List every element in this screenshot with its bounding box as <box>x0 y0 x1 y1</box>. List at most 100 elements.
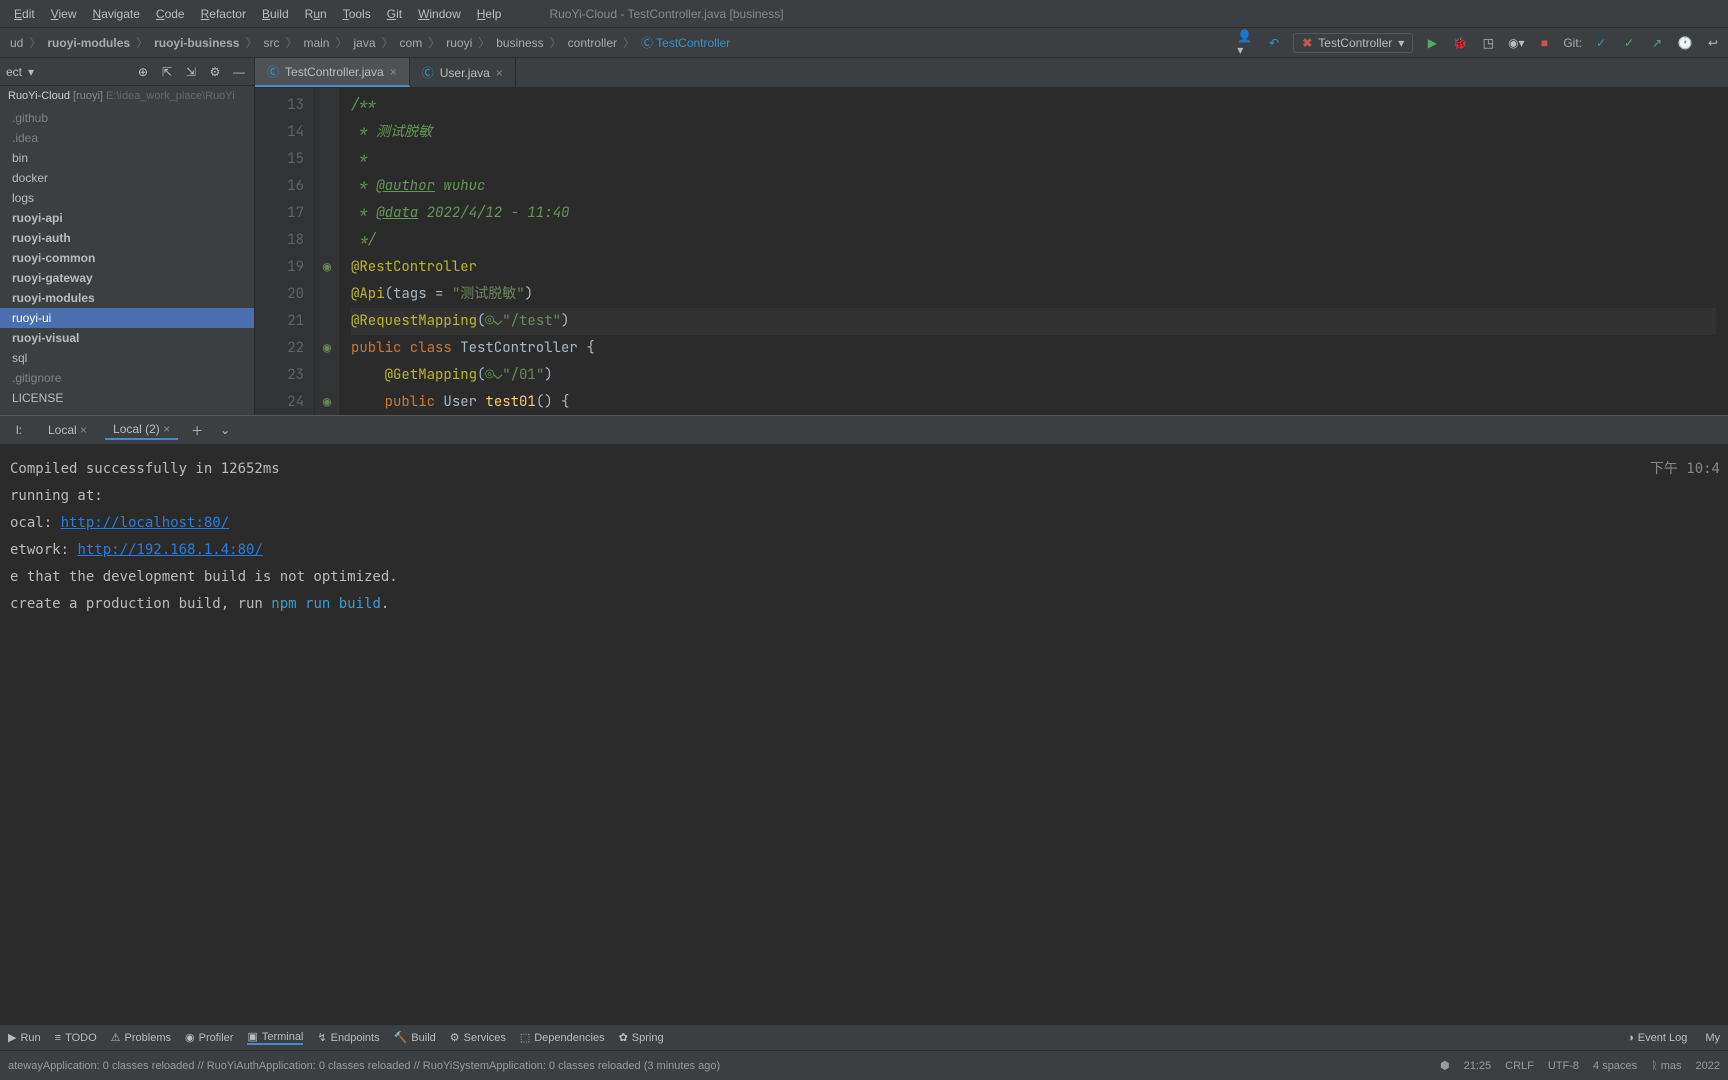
terminal-output[interactable]: 下午 10:4 Compiled successfully in 12652ms… <box>0 444 1728 1020</box>
menu-build[interactable]: Build <box>254 7 297 21</box>
sidebar-item[interactable]: bin <box>0 148 254 168</box>
terminal-line: Compiled successfully in 12652ms <box>10 456 1718 483</box>
status-icon[interactable]: ⬢ <box>1440 1059 1450 1072</box>
crumb[interactable]: ud <box>6 36 27 50</box>
project-root[interactable]: RuoYi-Cloud [ruoyi] E:\idea_work_place\R… <box>0 86 254 106</box>
git-branch[interactable]: ᚱ mas <box>1651 1060 1681 1072</box>
collapse-all-icon[interactable]: ⇲ <box>182 63 200 81</box>
toolwindow-problems[interactable]: ⚠Problems <box>111 1030 171 1045</box>
terminal-tab-local2[interactable]: Local (2) × <box>105 420 178 440</box>
terminal-line: running at: <box>10 483 1718 510</box>
tab-user[interactable]: Ⓒ User.java × <box>410 58 516 87</box>
sidebar-item[interactable]: ruoyi-ui <box>0 308 254 328</box>
sidebar-item[interactable]: .github <box>0 108 254 128</box>
menu-git[interactable]: Git <box>379 7 410 21</box>
crumb[interactable]: com <box>396 36 427 50</box>
sidebar-item[interactable]: ruoyi-modules <box>0 288 254 308</box>
tool-window-bar: ▶Run ≡TODO ⚠Problems ◉Profiler ▣Terminal ↯End… <box>0 1024 1728 1050</box>
caret-position[interactable]: 21:25 <box>1464 1060 1492 1072</box>
toolwindow-profiler[interactable]: ◉Profiler <box>185 1030 233 1045</box>
terminal-tab-label[interactable]: l: <box>8 421 30 439</box>
toolwindow-dependencies[interactable]: ⬚Dependencies <box>520 1030 605 1045</box>
crumb[interactable]: ruoyi <box>442 36 476 50</box>
toolwindow-event-log[interactable]: ◑Event Log <box>1627 1032 1687 1044</box>
sidebar-item[interactable]: logs <box>0 188 254 208</box>
terminal-panel: l: Local × Local (2) × ＋ ⌄ 下午 10:4 Compi… <box>0 415 1728 1020</box>
sidebar-item[interactable]: .gitignore <box>0 368 254 388</box>
sidebar-item[interactable]: ruoyi-gateway <box>0 268 254 288</box>
menu-refactor[interactable]: Refactor <box>193 7 254 21</box>
terminal-line: ocal: http://localhost:80/ <box>10 510 1718 537</box>
sidebar-item[interactable]: ruoyi-auth <box>0 228 254 248</box>
add-tab-icon[interactable]: ＋ <box>188 421 206 439</box>
run-config-selector[interactable]: ✖ TestController ▾ <box>1293 33 1413 53</box>
crumb[interactable]: ruoyi-business <box>150 36 243 50</box>
toolwindow-endpoints[interactable]: ↯Endpoints <box>317 1030 379 1045</box>
close-icon[interactable]: × <box>163 422 170 436</box>
dropdown-icon[interactable]: ▾ <box>28 65 34 79</box>
project-view-title[interactable]: ect <box>6 65 22 79</box>
menu-navigate[interactable]: Navigate <box>85 7 148 21</box>
menu-help[interactable]: Help <box>469 7 510 21</box>
crumb[interactable]: main <box>299 36 333 50</box>
error-icon: ✖ <box>1302 36 1312 50</box>
line-ending[interactable]: CRLF <box>1505 1060 1534 1072</box>
git-label: Git: <box>1563 36 1582 50</box>
menu-run[interactable]: Run <box>297 7 335 21</box>
year: 2022 <box>1696 1060 1720 1072</box>
crumb[interactable]: src <box>259 36 283 50</box>
tab-testcontroller[interactable]: Ⓒ TestController.java × <box>255 58 410 87</box>
git-update-icon[interactable]: ✓ <box>1592 34 1610 52</box>
toolwindow-spring[interactable]: ✿Spring <box>619 1030 664 1045</box>
dropdown-icon[interactable]: ⌄ <box>216 421 234 439</box>
menu-code[interactable]: Code <box>148 7 193 21</box>
git-revert-icon[interactable]: ↩ <box>1704 34 1722 52</box>
expand-all-icon[interactable]: ⇱ <box>158 63 176 81</box>
user-icon[interactable]: 👤▾ <box>1237 34 1255 52</box>
settings-icon[interactable]: ⚙ <box>206 63 224 81</box>
sidebar-item[interactable]: sql <box>0 348 254 368</box>
crumb[interactable]: business <box>492 36 547 50</box>
run-icon[interactable]: ▶ <box>1423 34 1441 52</box>
stop-icon[interactable]: ■ <box>1535 34 1553 52</box>
crumb[interactable]: controller <box>564 36 621 50</box>
crumb[interactable]: ruoyi-modules <box>43 36 134 50</box>
close-icon[interactable]: × <box>496 66 503 80</box>
back-icon[interactable]: ↶ <box>1265 34 1283 52</box>
toolwindow-todo[interactable]: ≡TODO <box>55 1030 97 1045</box>
toolwindow-build[interactable]: 🔨Build <box>394 1030 436 1045</box>
sidebar-item[interactable]: docker <box>0 168 254 188</box>
sidebar-item[interactable]: .idea <box>0 128 254 148</box>
menu-tools[interactable]: Tools <box>335 7 379 21</box>
editor-tabs: Ⓒ TestController.java × Ⓒ User.java × <box>255 58 1728 88</box>
crumb[interactable]: java <box>350 36 380 50</box>
toolwindow-services[interactable]: ⚙Services <box>450 1030 506 1045</box>
terminal-tab-local[interactable]: Local × <box>40 421 95 439</box>
terminal-tabs: l: Local × Local (2) × ＋ ⌄ <box>0 416 1728 444</box>
close-icon[interactable]: × <box>390 65 397 79</box>
indent[interactable]: 4 spaces <box>1593 1060 1637 1072</box>
close-icon[interactable]: × <box>80 423 87 437</box>
toolwindow-run[interactable]: ▶Run <box>8 1030 41 1045</box>
crumb-current[interactable]: Ⓒ TestController <box>637 34 734 51</box>
menubar: Edit View Navigate Code Refactor Build R… <box>0 0 1728 28</box>
hide-icon[interactable]: — <box>230 63 248 81</box>
menu-view[interactable]: View <box>43 7 85 21</box>
encoding[interactable]: UTF-8 <box>1548 1060 1579 1072</box>
debug-icon[interactable]: 🐞 <box>1451 34 1469 52</box>
project-tree: .github.ideabindockerlogsruoyi-apiruoyi-… <box>0 106 254 410</box>
menu-window[interactable]: Window <box>410 7 469 21</box>
git-push-icon[interactable]: ↗ <box>1648 34 1666 52</box>
sidebar-item[interactable]: ruoyi-common <box>0 248 254 268</box>
git-history-icon[interactable]: 🕐 <box>1676 34 1694 52</box>
profiler-icon[interactable]: ◉▾ <box>1507 34 1525 52</box>
select-open-file-icon[interactable]: ⊕ <box>134 63 152 81</box>
sidebar-item[interactable]: LICENSE <box>0 388 254 408</box>
coverage-icon[interactable]: ◳ <box>1479 34 1497 52</box>
git-commit-icon[interactable]: ✓ <box>1620 34 1638 52</box>
sidebar-item[interactable]: ruoyi-visual <box>0 328 254 348</box>
menu-edit[interactable]: Edit <box>6 7 43 21</box>
toolwindow-terminal[interactable]: ▣Terminal <box>247 1030 303 1045</box>
toolwindow-my[interactable]: My <box>1701 1032 1720 1044</box>
sidebar-item[interactable]: ruoyi-api <box>0 208 254 228</box>
